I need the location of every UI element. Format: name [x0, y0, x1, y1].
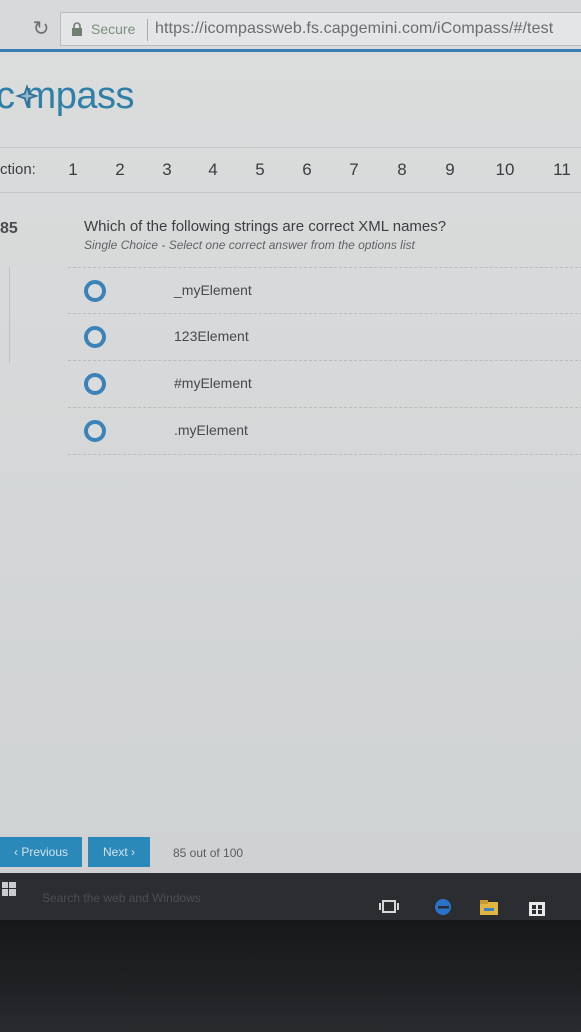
question-nav-item[interactable]: 2: [108, 160, 132, 180]
next-button[interactable]: Next ›: [88, 837, 150, 867]
previous-button[interactable]: ‹ Previous: [0, 837, 82, 867]
url-omnibox[interactable]: Secure https://icompassweb.fs.capgemini.…: [60, 12, 581, 46]
edge-browser-icon[interactable]: [432, 897, 454, 917]
windows-taskbar: Search the web and Windows: [0, 873, 581, 920]
file-explorer-icon[interactable]: [478, 897, 500, 917]
question-footer: ‹ Previous Next › 85 out of 100: [0, 833, 581, 875]
question-text: Which of the following strings are corre…: [84, 218, 447, 235]
browser-address-bar: ↻ Secure https://icompassweb.fs.capgemin…: [0, 0, 581, 52]
store-icon[interactable]: [526, 897, 548, 917]
monitor-bezel: [0, 920, 581, 1032]
url-text[interactable]: https://icompassweb.fs.capgemini.com/iCo…: [155, 20, 553, 38]
url-divider: [147, 19, 148, 41]
icompass-app: c mpass ction: 1 2 3 4 5 6 7 8 9 10 11 8…: [0, 55, 581, 920]
screen: ↻ Secure https://icompassweb.fs.capgemin…: [0, 0, 581, 920]
question-nav-item[interactable]: 7: [342, 160, 366, 180]
windows-start-icon[interactable]: [2, 882, 16, 896]
radio-button[interactable]: [84, 420, 106, 442]
question-navigator: ction: 1 2 3 4 5 6 7 8 9 10 11: [0, 147, 581, 193]
answer-options: _myElement 123Element #myElement .myElem…: [68, 267, 581, 455]
answer-option-label: .myElement: [174, 422, 248, 438]
secure-label: Secure: [91, 21, 136, 37]
task-view-icon[interactable]: [378, 897, 400, 917]
answer-option[interactable]: #myElement: [68, 361, 581, 408]
question-nav-item[interactable]: 10: [493, 160, 517, 180]
radio-button[interactable]: [84, 280, 106, 302]
question-nav-item[interactable]: 6: [295, 160, 319, 180]
answer-option-label: _myElement: [174, 282, 252, 298]
question-nav-item[interactable]: 3: [155, 160, 179, 180]
question-nav-item[interactable]: 11: [550, 160, 574, 180]
answer-option[interactable]: 123Element: [68, 314, 581, 361]
answer-option[interactable]: _myElement: [68, 267, 581, 314]
question-instructions: Single Choice - Select one correct answe…: [84, 238, 415, 252]
question-nav-label: ction:: [0, 161, 36, 178]
answer-option[interactable]: .myElement: [68, 408, 581, 455]
answer-option-label: 123Element: [174, 328, 249, 344]
question-number: 85: [0, 220, 18, 237]
question-nav-item[interactable]: 5: [248, 160, 272, 180]
question-nav-item[interactable]: 9: [438, 160, 462, 180]
question-nav-item[interactable]: 8: [390, 160, 414, 180]
compass-star-icon: [15, 84, 39, 108]
left-panel-edge: [0, 267, 10, 363]
answer-option-label: #myElement: [174, 375, 252, 391]
question-nav-item[interactable]: 4: [201, 160, 225, 180]
question-nav-item[interactable]: 1: [61, 160, 85, 180]
radio-button[interactable]: [84, 326, 106, 348]
lock-icon: [72, 22, 82, 36]
reload-icon[interactable]: ↻: [30, 18, 52, 40]
radio-button[interactable]: [84, 373, 106, 395]
progress-text: 85 out of 100: [173, 846, 244, 860]
taskbar-search-box[interactable]: Search the web and Windows: [42, 891, 201, 905]
